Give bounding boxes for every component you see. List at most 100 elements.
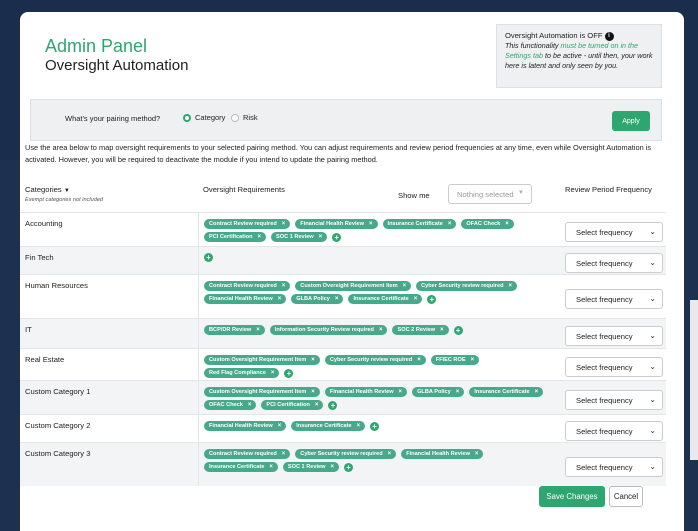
frequency-select[interactable]: Select frequency ⌄ [565, 390, 663, 410]
close-icon[interactable]: × [456, 389, 460, 395]
plus-circle-icon[interactable]: + [344, 462, 353, 472]
close-icon[interactable]: × [357, 423, 361, 429]
requirement-tag-label: GLBA Policy [417, 389, 451, 395]
plus-circle-icon[interactable]: + [453, 325, 463, 335]
close-icon[interactable]: × [278, 296, 282, 302]
close-icon[interactable]: × [414, 296, 418, 302]
frequency-select[interactable]: Select frequency ⌄ [565, 326, 663, 346]
requirement-tag: Cyber Security review required × [324, 355, 426, 365]
close-icon[interactable]: × [417, 357, 421, 363]
close-icon[interactable]: × [535, 389, 539, 395]
frequency-select[interactable]: Select frequency ⌄ [565, 289, 663, 309]
automation-notice: Oversight Automation is OFF i This funct… [496, 24, 662, 88]
requirement-tag-label: Custom Oversight Requirement Item [300, 283, 398, 289]
column-divider [198, 275, 199, 318]
column-divider [198, 349, 199, 380]
requirement-tag-label: PCI Certification [266, 402, 310, 408]
close-icon[interactable]: × [440, 327, 444, 333]
requirement-tag: PCI Certification × [261, 400, 324, 410]
requirement-tag: Financial Health Review × [324, 387, 408, 397]
plus-circle-icon[interactable]: + [328, 400, 338, 410]
requirement-tag: Custom Oversight Requirement Item × [295, 281, 412, 291]
close-icon[interactable]: × [269, 464, 273, 470]
requirements-header: Oversight Requirements [203, 185, 285, 194]
close-icon[interactable]: × [505, 221, 509, 227]
radio-risk[interactable]: Risk [231, 113, 258, 122]
requirement-tag: Insurance Certificate × [382, 219, 457, 229]
requirement-tag-label: Financial Health Review [329, 389, 394, 395]
category-name: Accounting [25, 219, 63, 228]
close-icon[interactable]: × [330, 464, 334, 470]
requirement-tag-label: GLBA Policy [296, 296, 330, 302]
info-icon[interactable]: i [604, 31, 614, 41]
close-icon[interactable]: × [258, 234, 262, 240]
plus-circle-icon[interactable]: + [427, 294, 437, 304]
requirement-tag-label: Insurance Certificate [353, 296, 409, 302]
requirement-tag-label: Cyber Security review required [329, 357, 413, 363]
requirement-tag: Insurance Certificate × [204, 462, 278, 472]
radio-category[interactable]: Category [183, 113, 225, 122]
frequency-select[interactable]: Select frequency ⌄ [565, 253, 663, 273]
requirement-tag-label: Financial Health Review [209, 296, 273, 302]
radio-dot-selected[interactable] [183, 113, 191, 122]
cancel-button[interactable]: Cancel [609, 486, 643, 507]
close-icon[interactable]: × [448, 221, 452, 227]
apply-button[interactable]: Apply [612, 111, 650, 131]
chevron-down-icon: ⌄ [649, 258, 656, 267]
frequency-select[interactable]: Select frequency ⌄ [565, 357, 663, 377]
close-icon[interactable]: × [399, 389, 403, 395]
category-name: Custom Category 3 [25, 449, 91, 458]
close-icon[interactable]: × [311, 389, 315, 395]
scroll-handle[interactable] [690, 300, 698, 460]
frequency-select[interactable]: Select frequency ⌄ [565, 457, 663, 477]
chevron-down-icon: ⌄ [649, 462, 656, 471]
close-icon[interactable]: × [379, 327, 383, 333]
close-icon[interactable]: × [282, 451, 286, 457]
frequency-select[interactable]: Select frequency ⌄ [565, 222, 663, 242]
close-icon[interactable]: × [282, 283, 286, 289]
requirement-tags: Contract Review required × Cyber Security … [204, 449, 554, 472]
close-icon[interactable]: × [315, 402, 319, 408]
requirement-tag: GLBA Policy × [412, 387, 465, 397]
requirement-tag-label: Insurance Certificate [387, 221, 443, 227]
close-icon[interactable]: × [471, 357, 475, 363]
radio-risk-label: Risk [243, 113, 258, 122]
requirement-tags: + [204, 253, 554, 262]
requirement-tag: Cyber Security review required × [416, 281, 517, 291]
close-icon[interactable]: × [403, 283, 407, 289]
requirement-tag-label: Custom Oversight Requirement Item [209, 389, 307, 395]
close-icon[interactable]: × [248, 402, 252, 408]
close-icon[interactable]: × [508, 283, 512, 289]
close-icon[interactable]: × [278, 423, 282, 429]
categories-header[interactable]: Categories ▼ [25, 185, 70, 194]
requirement-tag-label: SOC 1 Review [287, 464, 326, 470]
close-icon[interactable]: × [256, 327, 260, 333]
requirement-tags: Contract Review required × Custom Oversigh… [204, 281, 554, 304]
close-icon[interactable]: × [311, 357, 315, 363]
plus-circle-icon[interactable]: + [332, 232, 342, 242]
close-icon[interactable]: × [335, 296, 339, 302]
close-icon[interactable]: × [282, 221, 286, 227]
pairing-method-panel: What's your pairing method? Category Ris… [30, 99, 662, 141]
plus-circle-icon[interactable]: + [204, 253, 213, 262]
close-icon[interactable]: × [369, 221, 373, 227]
save-changes-button[interactable]: Save Changes [539, 486, 605, 507]
close-icon[interactable]: × [475, 451, 479, 457]
frequency-select-value: Select frequency [576, 228, 633, 237]
requirement-tags: BCP/DR Review × Information Security Revie… [204, 325, 554, 335]
close-icon[interactable]: × [388, 451, 392, 457]
close-icon[interactable]: × [319, 234, 323, 240]
category-name: Custom Category 2 [25, 421, 91, 430]
frequency-select[interactable]: Select frequency ⌄ [565, 421, 663, 441]
plus-circle-icon[interactable]: + [370, 421, 380, 431]
show-me-select[interactable]: Nothing selected ▼ [448, 184, 532, 204]
column-divider [198, 213, 199, 246]
requirement-tag: SOC 1 Review × [271, 232, 328, 242]
mapping-description: Use the area below to map oversight requ… [25, 143, 652, 164]
close-icon[interactable]: × [271, 370, 275, 376]
frequency-header: Review Period Frequency [565, 185, 652, 194]
radio-dot[interactable] [231, 113, 239, 122]
plus-circle-icon[interactable]: + [284, 368, 294, 378]
pairing-question: What's your pairing method? [65, 114, 161, 123]
show-me-label: Show me [398, 191, 430, 200]
